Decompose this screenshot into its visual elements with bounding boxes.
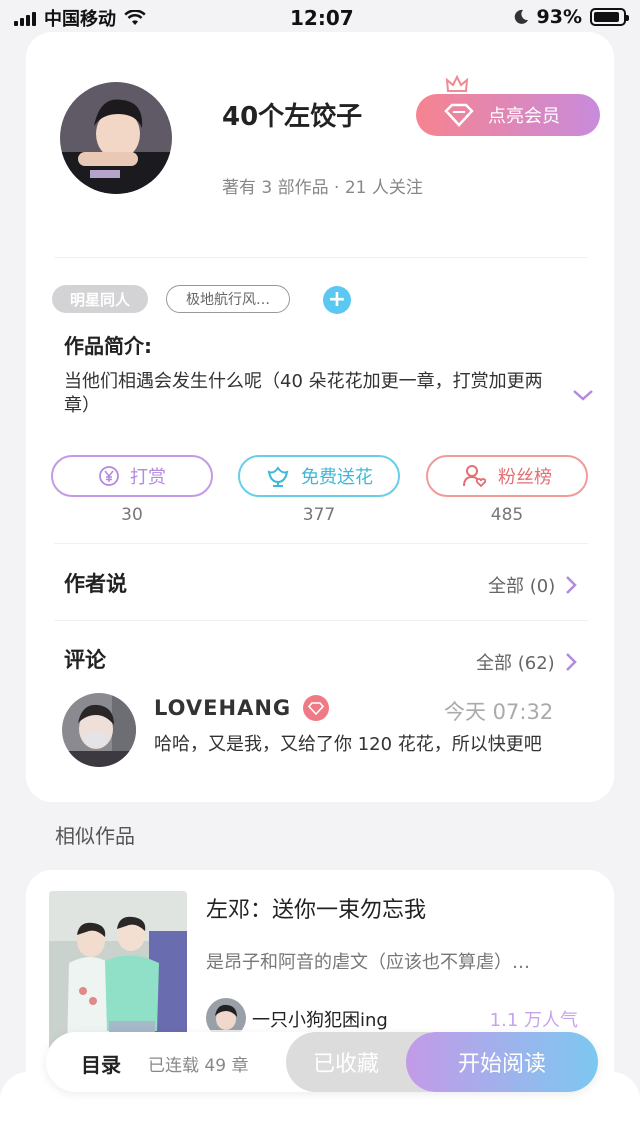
comment-text[interactable]: 哈哈，又是我，又给了你 120 花花，所以快更吧	[154, 733, 564, 757]
table-of-contents-button[interactable]: 目录	[81, 1049, 121, 1078]
flower-count: 377	[302, 505, 336, 525]
flower-icon	[267, 466, 289, 487]
status-time: 12:07	[290, 6, 354, 30]
author-stats: 著有 3 部作品 · 21 人关注	[222, 178, 423, 198]
reward-button[interactable]: 打赏	[51, 455, 213, 497]
author-says-count: 全部 (0)	[488, 576, 556, 597]
commenter-name[interactable]: LOVEHANG	[154, 696, 291, 720]
reward-label: 打赏	[130, 467, 166, 488]
divider	[54, 543, 588, 544]
tag-star-fanfic[interactable]: 明星同人	[52, 285, 148, 313]
yen-icon	[99, 466, 119, 486]
divider	[54, 620, 588, 621]
vip-badge	[303, 695, 329, 721]
vip-button-label: 点亮会员	[488, 106, 560, 127]
intro-text: 当他们相遇会发生什么呢（40 朵花花加更一章，打赏加更两章）	[64, 371, 543, 416]
book-description: 是昂子和阿音的虐文（应该也不算虐）…	[206, 952, 530, 973]
send-flower-button[interactable]: 免费送花	[238, 455, 400, 497]
commenter-avatar[interactable]	[62, 693, 136, 767]
wifi-icon	[124, 10, 146, 25]
book-author: 一只小狗犯困ing	[252, 1010, 388, 1031]
work-detail-card: 40个左饺子 著有 3 部作品 · 21 人关注 点亮会员 明星同人 极地航行风…	[26, 32, 614, 802]
book-title[interactable]: 左邓：送你一束勿忘我	[206, 892, 426, 924]
status-bar: 中国移动 12:07 93%	[0, 0, 640, 36]
reward-count: 30	[121, 505, 143, 525]
fans-ranking-button[interactable]: 粉丝榜	[426, 455, 588, 497]
author-name[interactable]: 40个左饺子	[222, 96, 362, 133]
author-says-title: 作者说	[64, 572, 127, 596]
vip-button[interactable]: 点亮会员	[416, 94, 600, 136]
start-reading-button[interactable]: 开始阅读	[406, 1032, 598, 1092]
diamond-icon	[308, 701, 324, 715]
fans-count: 485	[490, 505, 524, 525]
send-flower-label: 免费送花	[301, 467, 373, 488]
similar-works-title: 相似作品	[55, 824, 135, 848]
battery-percent: 93%	[536, 6, 582, 28]
book-popularity: 1.1 万人气	[489, 1010, 578, 1031]
chevron-right-icon	[566, 576, 577, 594]
book-cover[interactable]	[49, 891, 187, 1051]
chevron-down-icon[interactable]	[572, 388, 594, 402]
carrier-name: 中国移动	[44, 9, 116, 30]
collected-label: 已收藏	[312, 1052, 379, 1077]
divider	[54, 257, 588, 258]
battery-icon	[590, 8, 629, 26]
user-heart-icon	[463, 465, 487, 488]
signal-icon	[14, 10, 36, 26]
comments-more[interactable]: 全部 (62)	[476, 649, 577, 675]
comments-title: 评论	[64, 648, 106, 672]
diamond-icon	[444, 103, 474, 127]
comment-time: 今天 07:32	[444, 700, 554, 724]
crown-icon	[445, 74, 469, 92]
fans-ranking-label: 粉丝榜	[498, 467, 552, 488]
tag-polar-voyage[interactable]: 极地航行风…	[166, 285, 290, 313]
add-tag-button[interactable]: +	[323, 286, 351, 314]
author-avatar[interactable]	[60, 82, 172, 194]
moon-icon	[514, 9, 528, 24]
serial-status: 已连载 49 章	[148, 1056, 249, 1076]
bottom-action-bar: 目录 已连载 49 章 已收藏 开始阅读	[46, 1032, 598, 1092]
intro-title: 作品简介:	[64, 334, 152, 358]
comments-count: 全部 (62)	[476, 653, 555, 674]
chevron-right-icon	[565, 653, 577, 671]
start-reading-label: 开始阅读	[457, 1052, 546, 1077]
author-says-more[interactable]: 全部 (0)	[488, 572, 577, 598]
